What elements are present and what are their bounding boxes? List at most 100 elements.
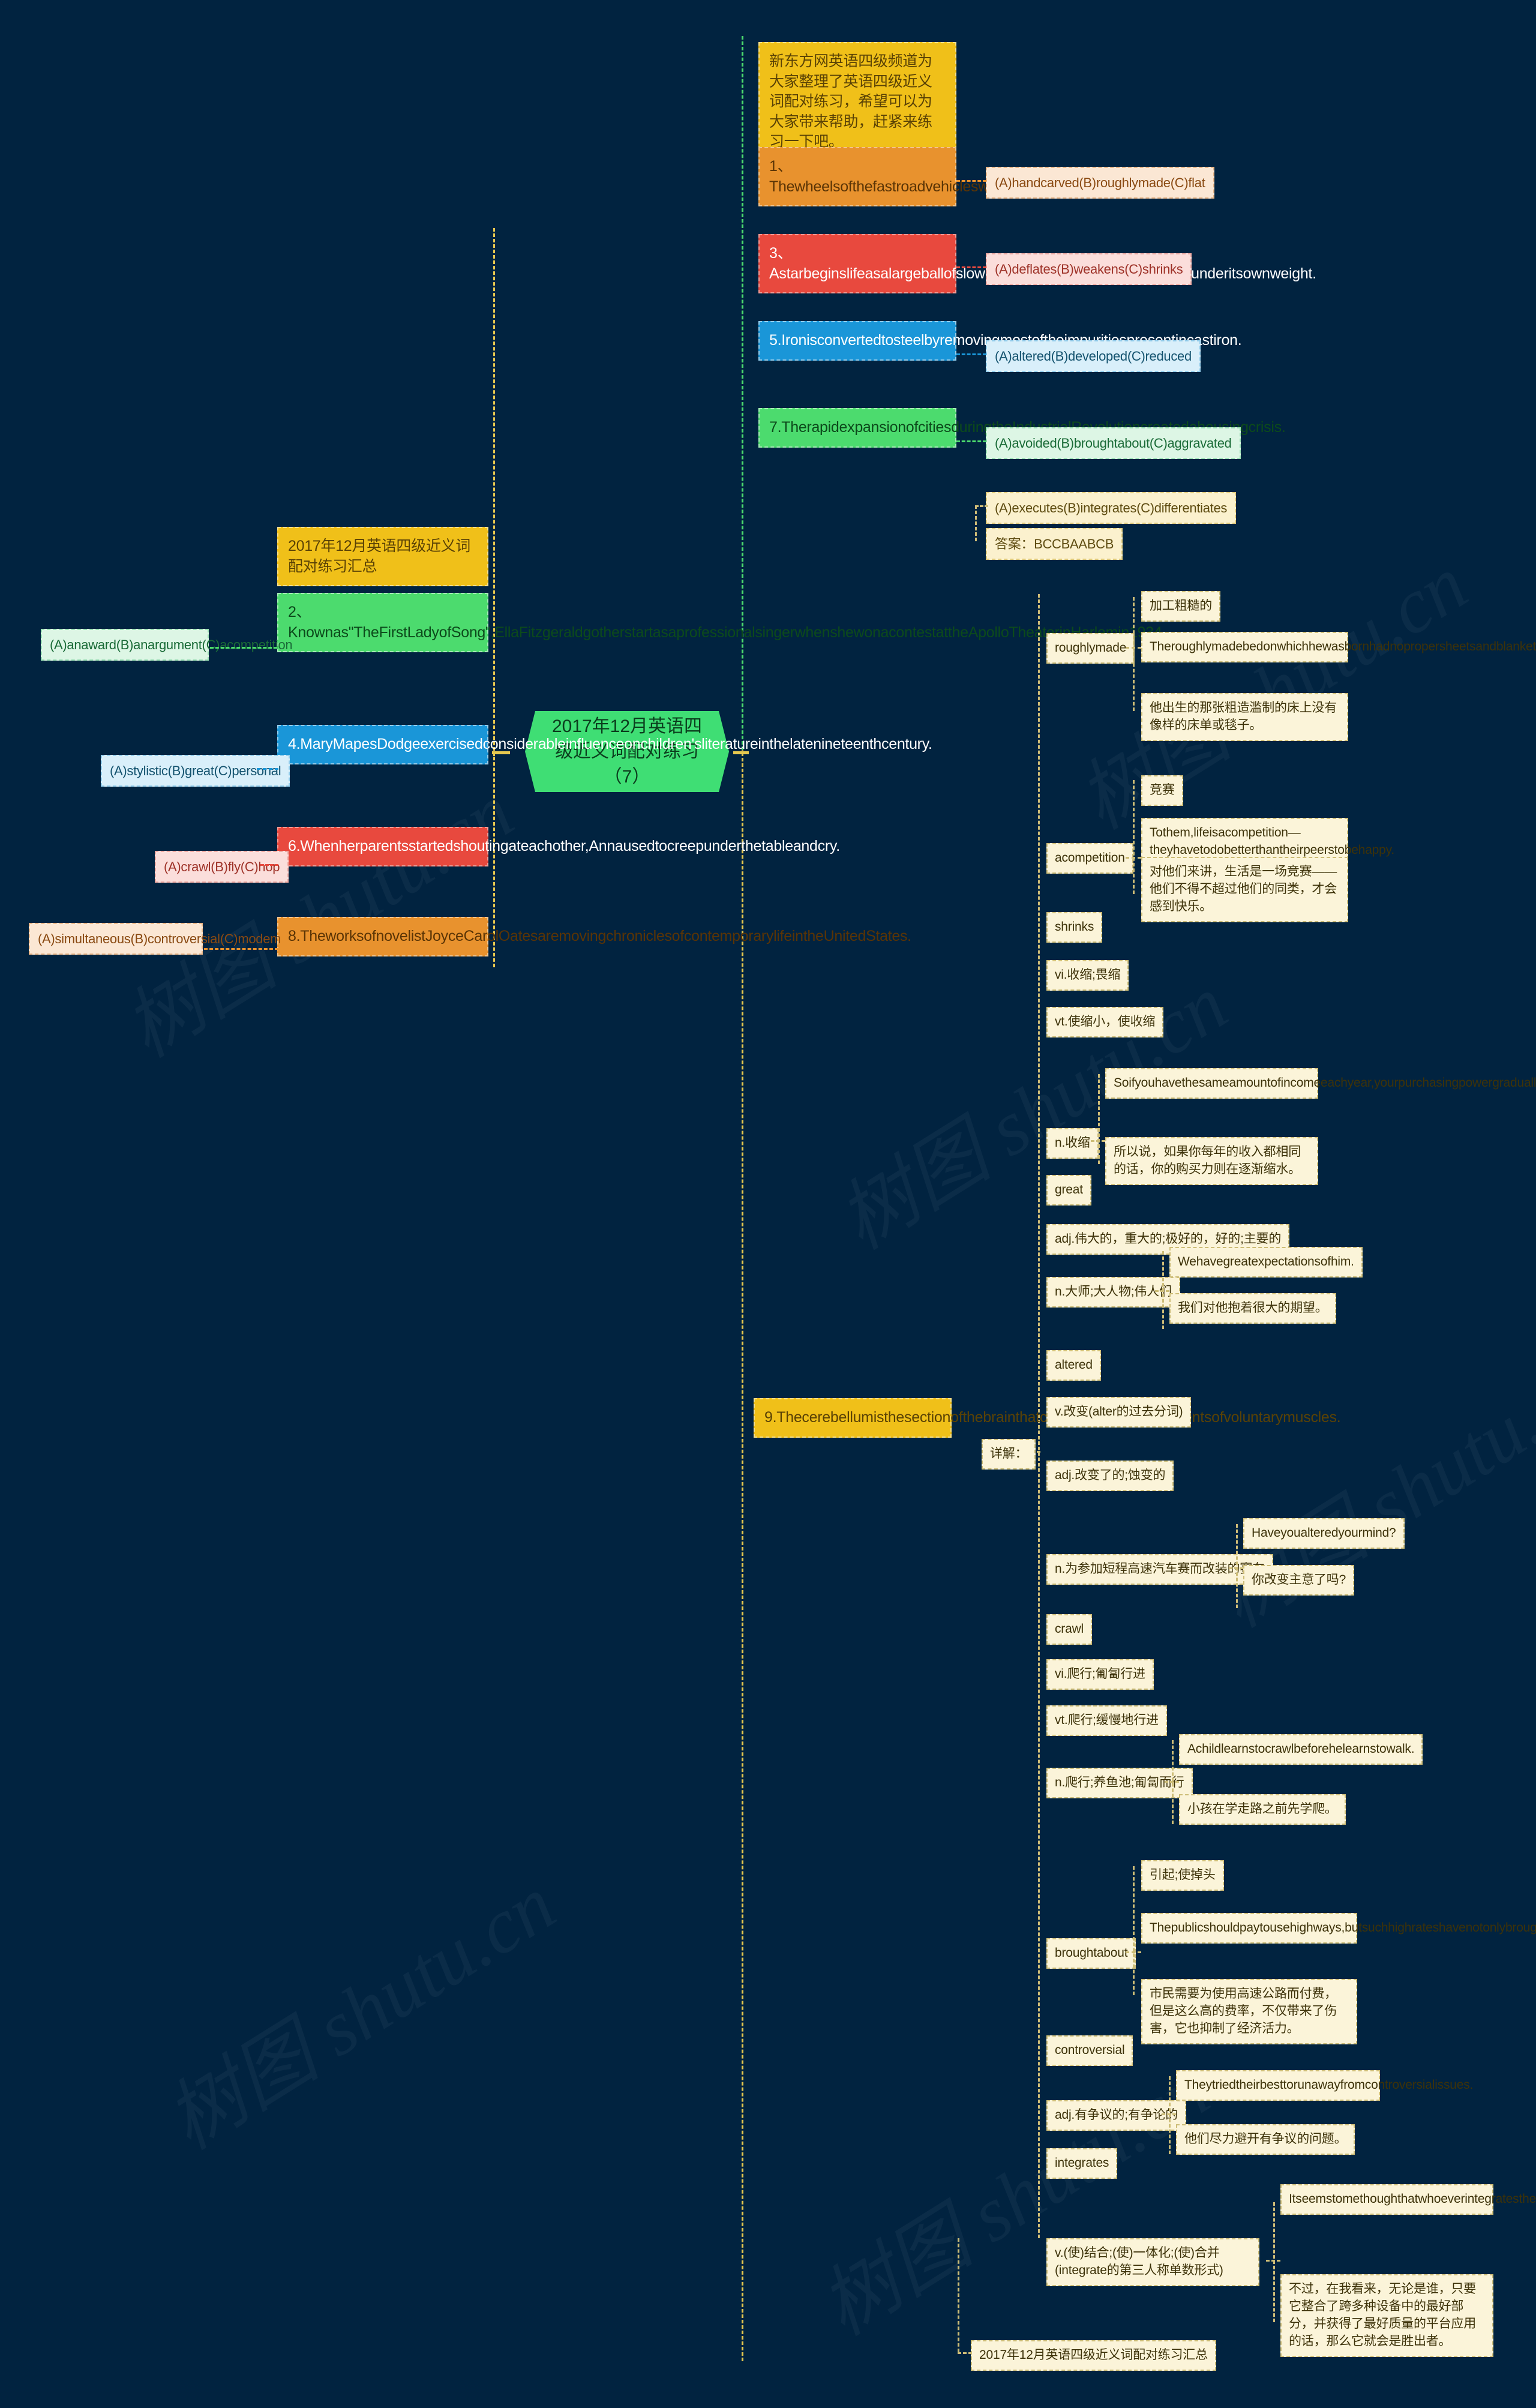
answer-key-node[interactable]: 答案：BCCBAABCB [986, 528, 1123, 560]
answer-node-7[interactable]: (A)avoided(B)broughtabout(C)aggravated [986, 427, 1241, 460]
left-node-4[interactable]: 4.MaryMapesDodgeexercisedconsiderableinf… [277, 725, 932, 764]
vocab-word-controversial[interactable]: controversial [1046, 2035, 1133, 2066]
vocab-example[interactable]: Wehavegreatexpectationsofhim. [1169, 1247, 1363, 1278]
vocab-gloss-text: vi.爬行;匍匐行进 [1055, 1667, 1145, 1681]
vocab-word-altered[interactable]: altered [1046, 1350, 1101, 1381]
vocab-example-text: 你改变主意了吗? [1252, 1573, 1346, 1587]
left-answer-4[interactable]: (A)stylistic(B)great(C)personal [101, 755, 290, 787]
answer-node-3[interactable]: (A)deflates(B)weakens(C)shrinks [986, 253, 1192, 286]
vocab-example-text: 我们对他抱着很大的期望。 [1178, 1301, 1328, 1315]
vocab-gloss[interactable]: v.改变(alter的过去分词) [1046, 1397, 1192, 1428]
connector-q7 [956, 440, 986, 442]
spine-roughlymade [1133, 597, 1135, 711]
vocab-example[interactable]: 不过，在我看来，无论是谁，只要它整合了跨多种设备中的最好部分，并获得了最好质量的… [1280, 2274, 1493, 2357]
vocab-word-broughtabout[interactable]: broughtabout [1046, 1938, 1136, 1969]
vocab-example[interactable]: Haveyoualteredyourmind? [1243, 1518, 1405, 1549]
vocab-gloss[interactable]: 引起;使掉头 [1141, 1860, 1224, 1891]
vocab-word-shrinks[interactable]: shrinks [1046, 912, 1103, 943]
vocab-gloss[interactable]: n.大师;大人物;伟人们 [1046, 1277, 1180, 1308]
answer-key-text: 答案：BCCBAABCB [995, 536, 1114, 551]
spine-footer [958, 2238, 959, 2352]
answer-text: (A)simultaneous(B)controversial(C)modem [38, 931, 281, 946]
vocab-gloss[interactable]: 对他们来讲，生活是一场竞赛——他们不得不超过他们的同类，才会感到快乐。 [1141, 857, 1348, 922]
vocab-gloss[interactable]: Thepublicshouldpaytousehighways,butsuchh… [1141, 1913, 1536, 1944]
vocab-example[interactable]: Achildlearnstocrawlbeforehelearnstowalk. [1179, 1734, 1423, 1765]
left-answer-6[interactable]: (A)crawl(B)fly(C)hop [155, 851, 289, 883]
vocab-gloss[interactable]: n.为参加短程高速汽车赛而改装的赛车 [1046, 1554, 1273, 1585]
intro-text: 新东方网英语四级频道为大家整理了英语四级近义词配对练习，希望可以为大家带来帮助，… [769, 53, 932, 150]
left-node-8[interactable]: 8.TheworksofnovelistJoyceCarolOatesaremo… [277, 917, 911, 956]
spine-right-upper [742, 36, 743, 750]
question-node-1[interactable]: 1、Thewheelsofthefastroadvehicleswerefash… [758, 147, 1213, 206]
vocab-example[interactable]: Soifyouhavethesameamountofincomeeachyear… [1105, 1068, 1536, 1099]
question-node-7[interactable]: 7.TherapidexpansionofcitiesduringtheIndu… [758, 408, 1286, 448]
answer-node-5[interactable]: (A)altered(B)developed(C)reduced [986, 340, 1201, 373]
answer-text: (A)crawl(B)fly(C)hop [164, 859, 280, 874]
watermark: 树图 shutu.cn [796, 2029, 1226, 2356]
answer-node-1[interactable]: (A)handcarved(B)roughlymade(C)flat [986, 167, 1214, 199]
left-node-summary[interactable]: 2017年12月英语四级近义词配对练习汇总 [277, 527, 488, 586]
vocab-word-text: roughlymade [1055, 641, 1127, 655]
vocab-word-crawl[interactable]: crawl [1046, 1614, 1093, 1645]
vocab-gloss[interactable]: 市民需要为使用高速公路而付费，但是这么高的费率，不仅带来了伤害，它也抑制了经济活… [1141, 1979, 1357, 2044]
vocab-example-text: Theytriedtheirbesttorunawayfromcontrover… [1184, 2078, 1474, 2092]
vocab-example[interactable]: Theytriedtheirbesttorunawayfromcontrover… [1176, 2070, 1473, 2101]
vocab-example[interactable]: 我们对他抱着很大的期望。 [1169, 1293, 1336, 1324]
vocab-word-great[interactable]: great [1046, 1175, 1091, 1206]
vocab-gloss[interactable]: vi.收缩;畏缩 [1046, 960, 1129, 991]
vocab-example[interactable]: 所以说，如果你每年的收入都相同的话，你的购买力则在逐渐缩水。 [1105, 1137, 1318, 1185]
question-node-5[interactable]: 5.Ironisconvertedtosteelbyremovingmostof… [758, 321, 1242, 361]
spine-extra [975, 505, 977, 541]
watermark: 树图 shutu.cn [100, 751, 530, 1078]
vocab-gloss-text: 对他们来讲，生活是一场竞赛——他们不得不超过他们的同类，才会感到快乐。 [1150, 865, 1337, 913]
vocab-example[interactable]: Itseemstomethoughthatwhoeverintegratesth… [1280, 2184, 1536, 2215]
connector-shrinks-n [1091, 1140, 1105, 1142]
question-node-3[interactable]: 3、Astarbeginslifeasalargeballofslowlyrot… [758, 234, 1316, 293]
vocab-gloss[interactable]: Theroughlymadebedonwhichhewasbornhadnopr… [1141, 632, 1536, 662]
vocab-word-text: acompetition [1055, 851, 1125, 865]
vocab-example[interactable]: 你改变主意了吗? [1243, 1565, 1355, 1596]
left-node-text: 8.TheworksofnovelistJoyceCarolOatesaremo… [288, 928, 911, 944]
left-node-text: 2017年12月英语四级近义词配对练习汇总 [288, 538, 470, 575]
connector-footer [958, 2352, 972, 2354]
vocab-gloss-text: v.改变(alter的过去分词) [1055, 1405, 1183, 1419]
vocab-gloss[interactable]: 加工粗糙的 [1141, 591, 1220, 622]
left-node-2[interactable]: 2、Knownas"TheFirstLadyofSong",EllaFitzge… [277, 593, 1166, 652]
vocab-word-text: controversial [1055, 2043, 1125, 2057]
intro-node[interactable]: 新东方网英语四级频道为大家整理了英语四级近义词配对练习，希望可以为大家带来帮助，… [758, 42, 956, 162]
vocab-gloss[interactable]: vt.使缩小，使收缩 [1046, 1007, 1164, 1037]
footer-node[interactable]: 2017年12月英语四级近义词配对练习汇总 [971, 2340, 1216, 2371]
detail-label[interactable]: 详解： [982, 1439, 1036, 1470]
vocab-gloss[interactable]: n.收缩 [1046, 1128, 1099, 1159]
answer-node-extra[interactable]: (A)executes(B)integrates(C)differentiate… [986, 492, 1237, 524]
vocab-gloss[interactable]: n.爬行;养鱼池;匍匐而行 [1046, 1768, 1193, 1798]
vocab-example[interactable]: 他们尽力避开有争议的问题。 [1176, 2124, 1355, 2155]
answer-text: (A)executes(B)integrates(C)differentiate… [995, 500, 1228, 515]
vocab-word-acompetition[interactable]: acompetition [1046, 843, 1133, 874]
vocab-gloss-text: adj.改变了的;蚀变的 [1055, 1468, 1166, 1482]
vocab-example-text: 小孩在学走路之前先学爬。 [1187, 1802, 1337, 1816]
left-answer-8[interactable]: (A)simultaneous(B)controversial(C)modem [29, 923, 281, 955]
connector-q5 [956, 353, 986, 355]
vocab-word-integrates[interactable]: integrates [1046, 2148, 1118, 2179]
question-node-9[interactable]: 9.Thecerebellumisthesectionofthebraintha… [754, 1398, 1341, 1438]
vocab-gloss[interactable]: vi.爬行;匍匐行进 [1046, 1659, 1154, 1690]
connector-integrates [1266, 2260, 1280, 2262]
left-answer-2[interactable]: (A)anaward(B)anargument(C)acompetition [41, 629, 293, 661]
vocab-word-text: broughtabout [1055, 1946, 1128, 1960]
left-node-6[interactable]: 6.Whenherparentsstartedshoutingateachoth… [277, 827, 840, 866]
vocab-gloss-text: vt.使缩小，使收缩 [1055, 1015, 1156, 1028]
vocab-gloss-text: vt.爬行;缓慢地行进 [1055, 1713, 1159, 1727]
vocab-gloss[interactable]: adj.改变了的;蚀变的 [1046, 1461, 1174, 1491]
vocab-gloss[interactable]: 竞赛 [1141, 775, 1183, 806]
connector-extra [975, 505, 988, 507]
vocab-word-roughlymade[interactable]: roughlymade [1046, 633, 1135, 664]
vocab-gloss[interactable]: vt.爬行;缓慢地行进 [1046, 1705, 1167, 1736]
vocab-example[interactable]: 小孩在学走路之前先学爬。 [1179, 1794, 1346, 1825]
vocab-gloss[interactable]: v.(使)结合;(使)一体化;(使)合并(integrate的第三人称单数形式) [1046, 2238, 1259, 2286]
watermark: 树图 shutu.cn [814, 943, 1244, 1270]
vocab-gloss[interactable]: adj.有争议的;有争论的 [1046, 2100, 1187, 2131]
spine-left-main [493, 228, 495, 756]
footer-text: 2017年12月英语四级近义词配对练习汇总 [979, 2348, 1208, 2362]
vocab-gloss[interactable]: 他出生的那张粗造滥制的床上没有像样的床单或毯子。 [1141, 693, 1348, 741]
